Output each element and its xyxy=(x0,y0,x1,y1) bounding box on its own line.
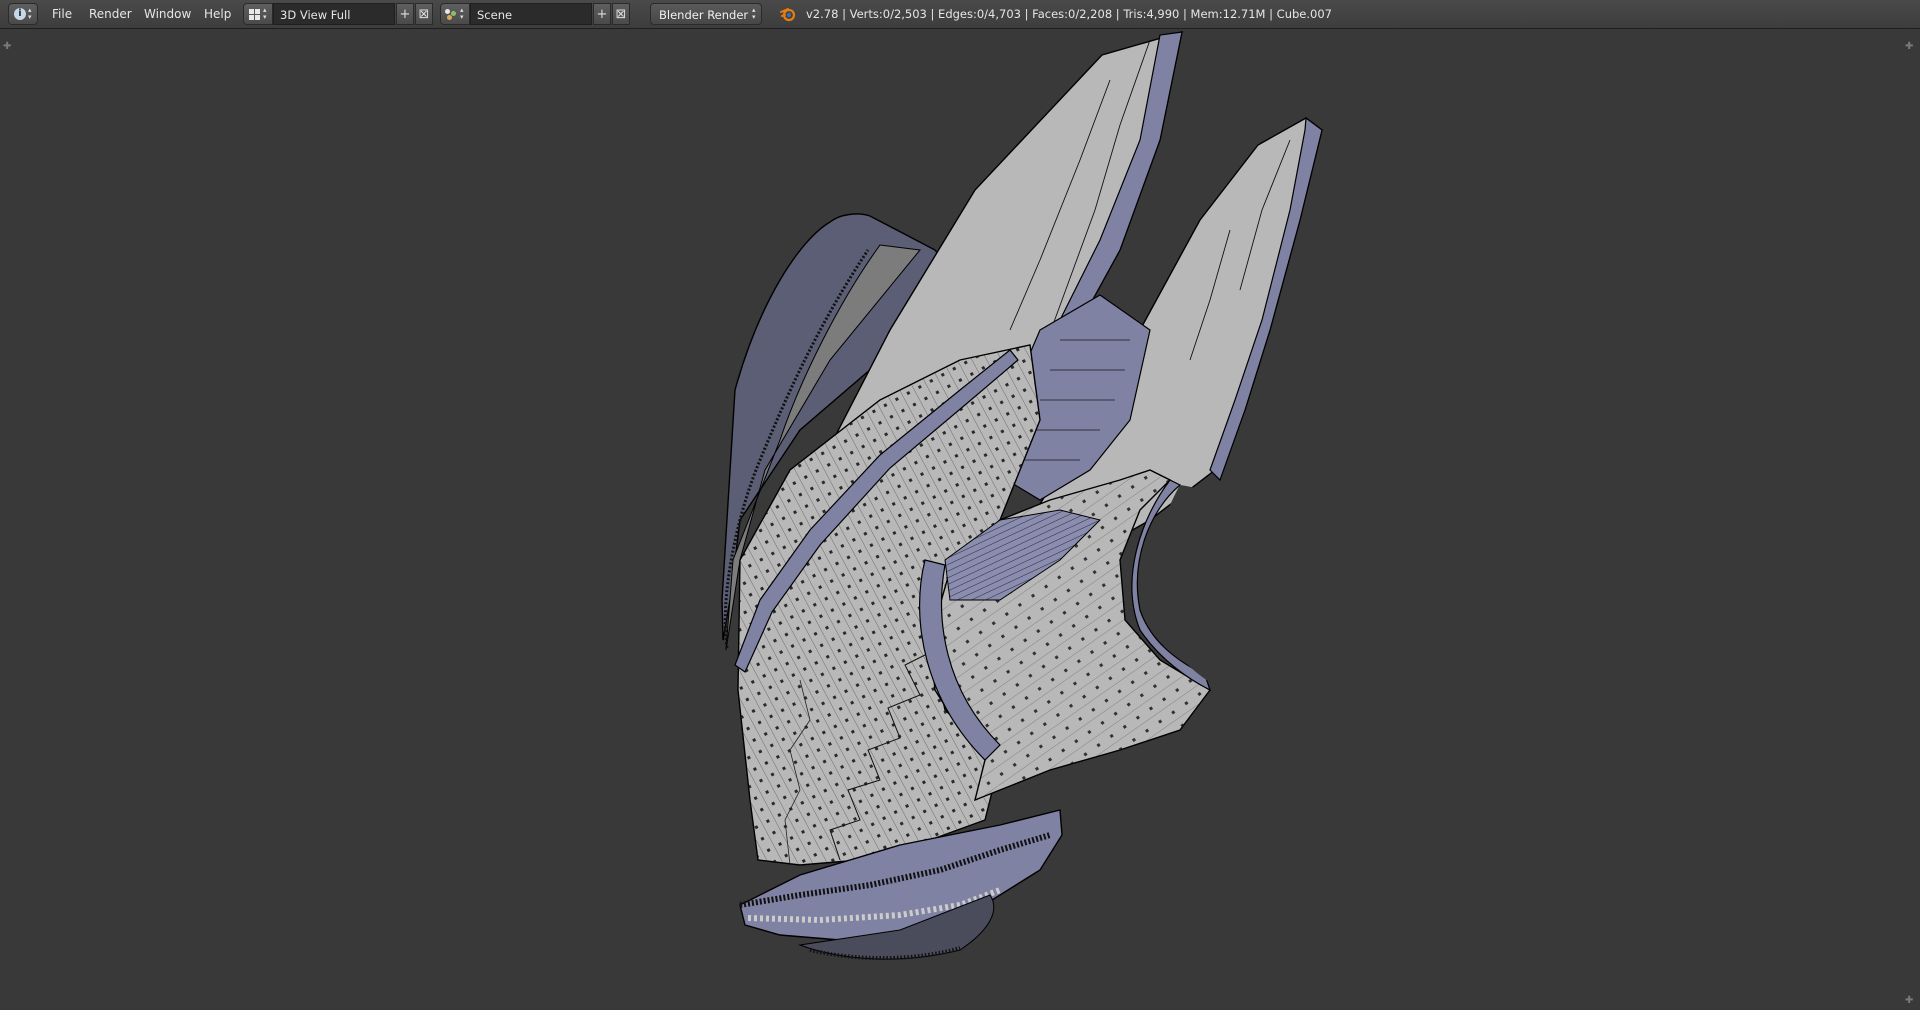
scene-selector[interactable]: ▴ ▾ xyxy=(440,3,470,25)
menu-help[interactable]: Help xyxy=(197,3,238,25)
updown-arrows-icon: ▴ ▾ xyxy=(460,6,464,21)
screen-layout-icon xyxy=(249,9,261,20)
remove-scene-button[interactable]: ⊠ xyxy=(612,3,630,25)
add-screen-layout-button[interactable]: + xyxy=(396,3,414,25)
render-engine-label: Blender Render xyxy=(659,8,749,22)
plus-icon: + xyxy=(399,7,411,22)
updown-arrows-icon: ▴ ▾ xyxy=(28,6,32,21)
screen-layout-selector[interactable]: ▴ ▾ xyxy=(243,3,273,25)
x-icon: ⊠ xyxy=(615,7,627,22)
scene-statistics: v2.78 | Verts:0/2,503 | Edges:0/4,703 | … xyxy=(806,7,1332,21)
x-icon: ⊠ xyxy=(418,7,430,22)
scene-icon xyxy=(445,9,459,21)
updown-arrows-icon: ▴ ▾ xyxy=(263,6,267,21)
plus-icon: + xyxy=(596,7,608,22)
render-engine-dropdown[interactable]: Blender Render ▴ ▾ xyxy=(650,3,762,25)
add-scene-button[interactable]: + xyxy=(593,3,611,25)
menu-render[interactable]: Render xyxy=(82,3,139,25)
editor-type-button[interactable]: i ▴ ▾ xyxy=(8,3,38,25)
info-icon: i xyxy=(14,8,26,20)
updown-arrows-icon: ▴ ▾ xyxy=(752,6,756,21)
blender-logo-icon xyxy=(779,3,797,25)
scene-name-field[interactable]: Scene xyxy=(470,3,592,25)
screen-layout-name-field[interactable]: 3D View Full xyxy=(273,3,395,25)
menu-window[interactable]: Window xyxy=(137,3,198,25)
3d-viewport[interactable]: ✚ ✚ ✚ xyxy=(0,29,1920,1010)
info-header: i ▴ ▾ File Render Window Help ▴ ▾ 3D View … xyxy=(0,0,1920,29)
remove-screen-layout-button[interactable]: ⊠ xyxy=(415,3,433,25)
menu-file[interactable]: File xyxy=(45,3,79,25)
mesh-object[interactable] xyxy=(0,29,1920,1010)
